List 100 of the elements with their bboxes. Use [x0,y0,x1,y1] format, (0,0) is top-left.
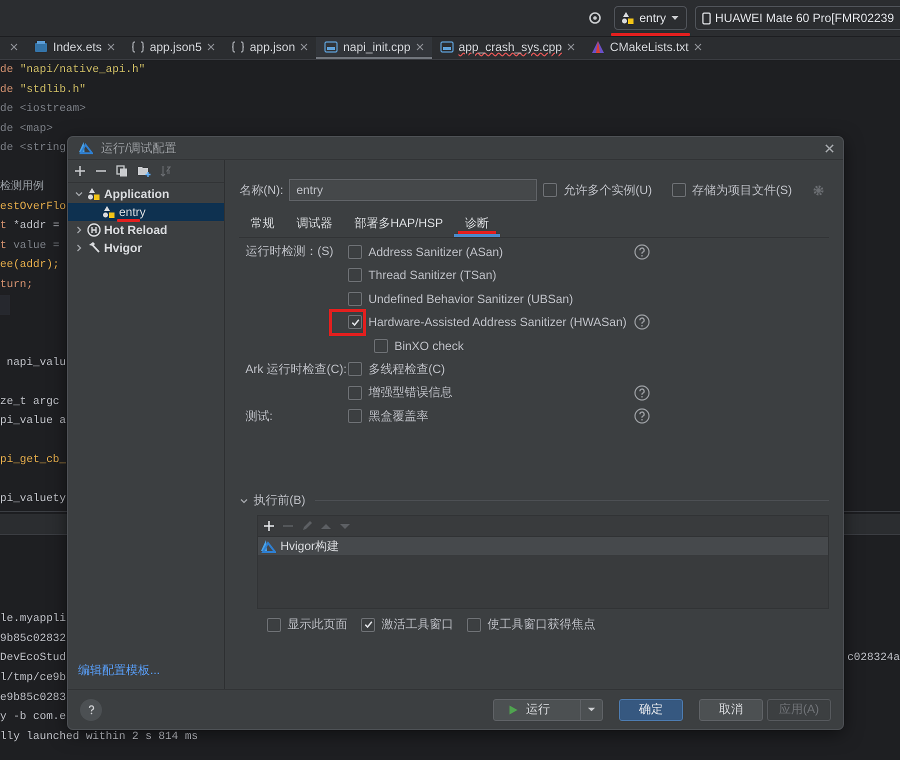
shapes-icon [87,187,101,201]
caret-icon [587,705,596,714]
terminal-line: c028324a [847,651,900,666]
tab[interactable]: 调试器 [285,213,344,237]
option-label: 存储为项目文件(S) [692,182,792,198]
tree-item-label: entry [119,205,146,219]
tree-item[interactable]: Application [68,185,224,203]
code-line: de <map> [0,122,53,136]
checkbox[interactable] [672,183,686,197]
run-options-dropdown[interactable] [581,698,603,720]
code-line: ze_t argc [0,394,60,410]
close-icon[interactable] [824,142,835,154]
dialog-button[interactable]: 取消 [699,698,763,720]
checkbox[interactable] [348,386,362,400]
chevron-down-icon[interactable] [74,189,84,199]
close-icon[interactable] [206,43,215,51]
close-icon[interactable] [300,43,308,51]
chevron-right-icon[interactable] [74,243,84,253]
triangle-icon [590,40,605,54]
option-label: Undefined Behavior Sanitizer (UBSan) [368,292,574,306]
device-dropdown[interactable]: HUAWEI Mate 60 Pro[FMR02239 [695,6,900,30]
tab[interactable]: 诊断 [454,213,500,237]
chevron-right-icon[interactable] [74,225,84,235]
close-icon[interactable] [106,43,115,51]
tree-item-label: Hot Reload [104,223,168,237]
help-icon[interactable] [634,408,650,424]
option-label: BinXO check [394,338,465,353]
checkbox[interactable] [348,244,362,259]
tree-item[interactable]: Hvigor [68,239,224,257]
code-line: de <string [0,141,66,156]
file-tab[interactable]: app.json [222,37,316,59]
close-icon[interactable] [416,43,424,51]
tree-item[interactable]: entry [68,203,224,221]
tree-item[interactable]: Hot Reload [68,221,224,239]
group-label: 测试: [244,408,274,424]
option-label: 激活工具窗口 [381,616,454,633]
hammer-icon [87,241,101,255]
help-icon[interactable] [634,244,650,260]
code-line: t *addr = [0,219,60,234]
play-icon [508,704,518,714]
checkbox[interactable] [543,183,558,197]
json-file-icon [230,40,245,54]
file-tab[interactable]: app_crash_sys.cpp [432,37,583,59]
run-button[interactable]: 运行 [493,698,581,720]
option-label: Hardware-Assisted Address Sanitizer (HWASan) [368,315,628,330]
section-title: 执行前(B) [253,492,306,509]
help-icon[interactable] [634,314,650,330]
checkbox[interactable] [348,362,362,376]
file-tab[interactable]: CMakeLists.txt [582,37,710,59]
logo-icon [260,539,276,553]
code-line: ee(addr); [0,258,60,273]
checkbox[interactable] [374,338,388,353]
checkbox[interactable] [348,315,362,330]
checkbox[interactable] [348,268,362,282]
checkbox[interactable] [467,618,482,632]
shapes-icon [102,205,116,219]
name-field[interactable]: entry [289,179,538,201]
terminal-line: l/tmp/ce9b [0,671,66,686]
target-icon[interactable] [588,11,602,25]
h-circle-icon [87,223,101,237]
terminal-line: 9b85c02832 [0,632,66,647]
edit-templates-link[interactable]: 编辑配置模板... [68,662,224,689]
cpp-file-icon [440,40,454,54]
option-label: Address Sanitizer (ASan) [368,244,504,259]
option-label: Thread Sanitizer (TSan) [368,268,498,282]
file-tab[interactable]: napi_init.cpp [316,37,432,59]
ok-button[interactable]: 确定 [619,698,683,720]
settings-icon[interactable] [812,184,825,196]
sort-icon[interactable] [160,165,172,177]
close-icon[interactable] [566,43,575,51]
shapes-icon [621,11,636,25]
file-tab[interactable]: Index.ets [26,37,123,59]
terminal-line: e9b85c0283 [0,690,66,706]
checkmark-icon [362,619,374,630]
terminal-line: y -b com.e [0,710,66,726]
folder-plus-icon[interactable] [137,165,151,177]
checkbox[interactable] [267,618,282,632]
checkbox[interactable] [361,618,376,632]
copy-icon[interactable] [116,165,128,177]
checkbox[interactable] [348,409,362,424]
tab[interactable]: 部署多HAP/HSP [343,213,454,237]
tree-item-label: Hvigor [104,241,142,255]
close-icon[interactable] [694,43,702,51]
plus-icon[interactable] [74,165,86,177]
plus-icon[interactable] [263,520,276,532]
file-tab[interactable]: app.json5 [122,37,223,59]
checkbox[interactable] [348,292,362,306]
terminal-line: lly launched within 2 s 814 ms [0,730,198,746]
code-line: de "stdlib.h" [0,82,86,98]
task-item[interactable]: Hvigor构建 [258,537,828,555]
terminal-line: DevEcoStud [0,651,66,666]
help-icon[interactable] [634,384,650,401]
code-line: estOverFlo [0,200,66,214]
help-button[interactable] [80,698,102,720]
tree-item-label: Application [104,187,170,201]
tab[interactable]: 常规 [239,213,286,237]
name-label: 名称(N): [239,182,284,198]
terminal-line: le.myappli [0,612,66,627]
option-label: 黑盒覆盖率 [368,408,430,425]
close-icon[interactable] [10,43,18,51]
